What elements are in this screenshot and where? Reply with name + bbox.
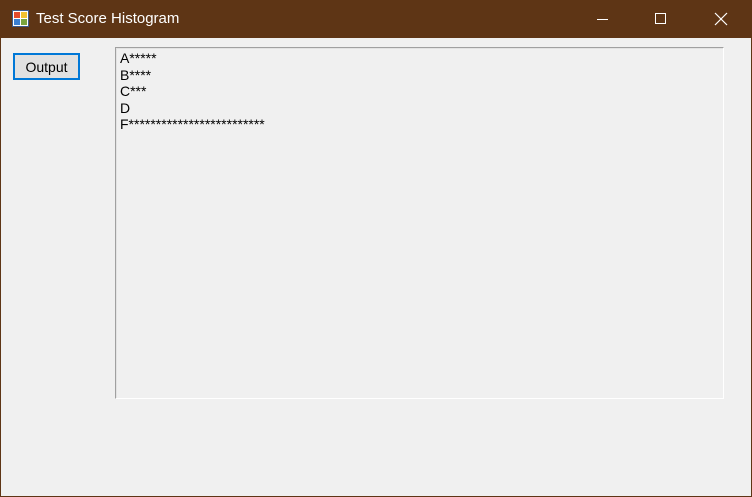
maximize-button[interactable] — [638, 0, 684, 38]
histogram-listbox[interactable]: A***** B**** C*** D F*******************… — [115, 47, 724, 399]
form-client-area: Output A***** B**** C*** D F************… — [1, 38, 751, 496]
list-item-f[interactable]: F************************* — [120, 116, 723, 133]
title-bar[interactable]: Test Score Histogram — [0, 0, 752, 38]
maximize-icon — [655, 13, 666, 24]
list-item-c[interactable]: C*** — [120, 83, 723, 100]
list-item-a[interactable]: A***** — [120, 50, 723, 67]
app-icon[interactable] — [12, 10, 29, 27]
window-title: Test Score Histogram — [36, 10, 180, 27]
close-button[interactable] — [698, 0, 744, 38]
close-icon — [714, 12, 728, 26]
minimize-icon — [597, 19, 608, 20]
output-button-label: Output — [25, 58, 68, 75]
list-item-b[interactable]: B**** — [120, 67, 723, 84]
app-window: Test Score Histogram Output A***** B****… — [0, 0, 752, 497]
output-button[interactable]: Output — [13, 53, 80, 80]
list-item-d[interactable]: D — [120, 100, 723, 117]
minimize-button[interactable] — [580, 0, 626, 38]
